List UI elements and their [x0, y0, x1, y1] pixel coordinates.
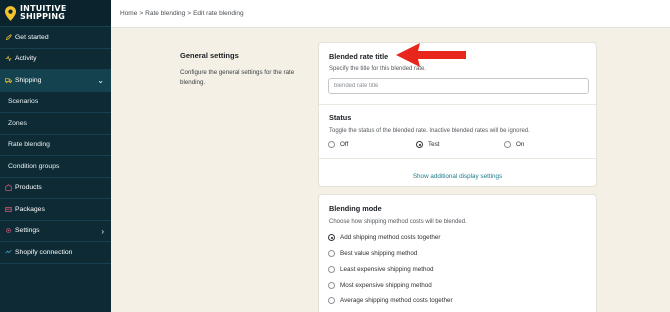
rocket-icon [5, 33, 12, 41]
radio-label: Average shipping method costs together [340, 297, 453, 304]
sidebar-item-settings[interactable]: Settings › [0, 221, 111, 242]
sidebar-item-label: Rate blending [8, 141, 50, 149]
radio-circle [328, 141, 335, 148]
connection-icon [5, 249, 12, 256]
packages-icon [5, 206, 12, 213]
truck-icon [5, 77, 12, 84]
sidebar-item-label: Shipping [15, 76, 42, 84]
app-logo[interactable]: INTUITIVE SHIPPING [0, 0, 111, 27]
blending-mode-radio-average[interactable]: Average shipping method costs together [328, 297, 453, 304]
sidebar-item-shipping[interactable]: Shipping ⌄ [0, 70, 111, 92]
general-settings-description: Configure the general settings for the r… [180, 69, 295, 86]
sidebar-item-zones[interactable]: Zones [0, 113, 111, 135]
sidebar-item-label: Get started [15, 33, 49, 41]
divider [319, 158, 596, 159]
breadcrumb-separator: > [187, 10, 192, 17]
radio-label: Most expensive shipping method [340, 282, 432, 289]
radio-circle [328, 250, 335, 257]
blending-mode-radio-most-expensive[interactable]: Most expensive shipping method [328, 282, 432, 289]
radio-circle [504, 141, 511, 148]
breadcrumb-separator: > [139, 10, 144, 17]
breadcrumb: Home > Rate blending > Edit rate blendin… [111, 0, 670, 28]
sidebar-item-label: Settings [15, 227, 40, 235]
sidebar-item-label: Zones [8, 119, 27, 127]
radio-label: On [516, 141, 525, 148]
status-help: Toggle the status of the blended rate. I… [329, 128, 530, 134]
sidebar-item-rate-blending[interactable]: Rate blending [0, 134, 111, 156]
sidebar-item-get-started[interactable]: Get started [0, 27, 111, 49]
breadcrumb-home-link[interactable]: Home [120, 10, 137, 17]
sidebar-item-scenarios[interactable]: Scenarios [0, 91, 111, 113]
radio-circle [328, 282, 335, 289]
blending-mode-radio-least-expensive[interactable]: Least expensive shipping method [328, 266, 433, 273]
radio-label: Off [340, 141, 349, 148]
products-icon [5, 184, 12, 191]
breadcrumb-current-page: Edit rate blending [193, 10, 244, 17]
status-radio-on[interactable]: On [504, 141, 524, 148]
sidebar: INTUITIVE SHIPPING Get started Activity … [0, 0, 111, 312]
breadcrumb-rate-blending-link[interactable]: Rate blending [145, 10, 185, 17]
logo-line-2: SHIPPING [20, 12, 65, 21]
radio-circle-selected [416, 141, 423, 148]
sidebar-item-label: Activity [15, 55, 37, 63]
blended-rate-title-label: Blended rate title [329, 52, 389, 61]
radio-label: Best value shipping method [340, 250, 418, 257]
blending-mode-card: Blending mode Choose how shipping method… [318, 194, 597, 312]
general-settings-title: General settings [180, 51, 239, 60]
blending-mode-label: Blending mode [329, 204, 382, 213]
blending-mode-radio-best-value[interactable]: Best value shipping method [328, 250, 417, 257]
divider [319, 104, 596, 105]
activity-icon [5, 55, 12, 62]
show-additional-display-settings-link[interactable]: Show additional display settings [319, 173, 596, 180]
blending-mode-radio-add[interactable]: Add shipping method costs together [328, 234, 440, 241]
chevron-right-icon: › [101, 226, 104, 236]
sidebar-item-label: Shopify connection [15, 248, 73, 256]
sidebar-item-condition-groups[interactable]: Condition groups [0, 156, 111, 178]
radio-label: Least expensive shipping method [340, 266, 434, 273]
status-label: Status [329, 113, 352, 122]
red-arrow-annotation [396, 43, 466, 67]
radio-circle-selected [328, 234, 335, 241]
sidebar-item-label: Condition groups [8, 162, 60, 170]
radio-label: Add shipping method costs together [340, 234, 441, 241]
chevron-down-icon: ⌄ [97, 76, 104, 85]
sidebar-item-packages[interactable]: Packages [0, 199, 111, 221]
radio-circle [328, 266, 335, 273]
radio-label: Test [428, 141, 440, 148]
radio-circle [328, 297, 335, 304]
sidebar-item-products[interactable]: Products [0, 178, 111, 199]
sidebar-item-activity[interactable]: Activity [0, 49, 111, 70]
blending-mode-help: Choose how shipping method costs will be… [329, 219, 467, 225]
sidebar-item-label: Products [15, 184, 42, 192]
status-radio-test[interactable]: Test [416, 141, 440, 148]
location-pin-icon [5, 5, 16, 21]
gear-icon [5, 227, 12, 234]
sidebar-item-label: Scenarios [8, 98, 39, 106]
status-radio-off[interactable]: Off [328, 141, 348, 148]
blended-rate-title-input[interactable] [328, 78, 589, 94]
sidebar-item-label: Packages [15, 205, 45, 213]
sidebar-item-shopify-connection[interactable]: Shopify connection [0, 242, 111, 264]
